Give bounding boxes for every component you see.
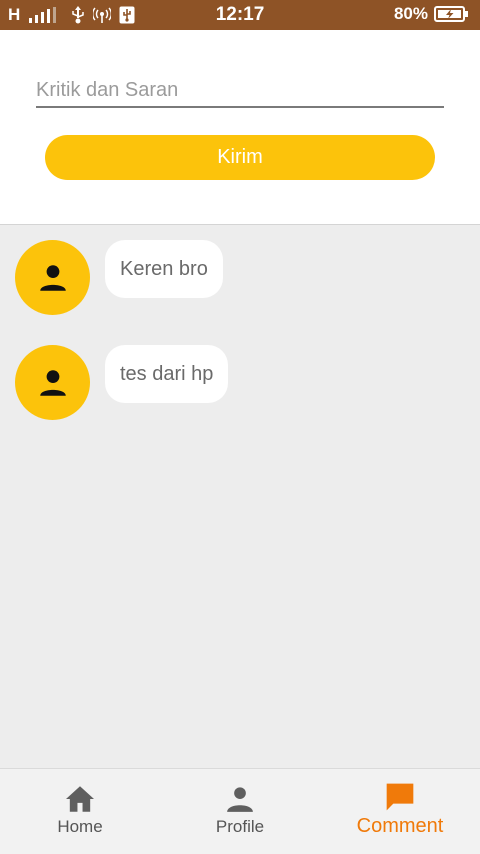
send-button[interactable]: Kirim <box>45 135 435 180</box>
comment-bubble: tes dari hp <box>105 345 229 403</box>
battery-percent: 80% <box>393 4 428 23</box>
comment-item: tes dari hp <box>15 345 229 420</box>
nav-comment[interactable]: Comment <box>320 769 480 854</box>
nav-home[interactable]: Home <box>0 769 160 854</box>
person-icon <box>39 369 66 396</box>
nav-profile[interactable]: Profile <box>160 769 320 854</box>
comment-item: Keren bro <box>15 240 223 315</box>
nav-profile-label: Profile <box>215 817 265 836</box>
feedback-form: Kirim <box>0 30 480 225</box>
comment-bubble: Keren bro <box>105 240 223 298</box>
bottom-nav: Home Profile Comment <box>0 768 480 854</box>
person-icon <box>39 264 66 291</box>
avatar <box>15 240 90 315</box>
status-bar: H 12:17 80% <box>0 0 480 30</box>
feedback-input[interactable] <box>36 78 444 108</box>
status-right: 80% <box>394 4 468 24</box>
battery-charging-icon <box>434 6 468 22</box>
home-icon <box>66 786 94 812</box>
avatar <box>15 345 90 420</box>
nav-home-label: Home <box>57 817 103 836</box>
nav-comment-label: Comment <box>356 815 444 837</box>
comment-icon <box>386 783 414 811</box>
person-icon <box>227 787 253 812</box>
